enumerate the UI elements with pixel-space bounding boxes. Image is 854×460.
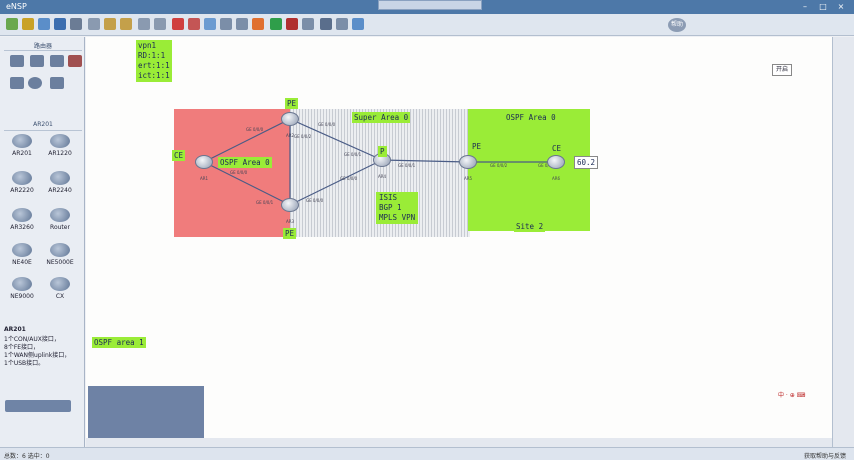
ce-right-label: CE (550, 143, 564, 154)
ospf-area0-right-label: OSPF Area 0 (504, 112, 558, 123)
status-bar: 总数：6 选中：0 获取帮助与反馈 (0, 447, 854, 460)
ospf-area0-left-label: OSPF Area 0 (218, 157, 272, 168)
ensp-window: eNSP – □ × 帮助 路由器 AR201 AR201 AR1220 AR2… (0, 0, 854, 460)
link-label: GE 0/0/0 (340, 176, 358, 181)
router-ce-right[interactable] (547, 155, 565, 169)
link-label: GE 0/0/0 (318, 122, 336, 127)
router-name: AR1 (200, 176, 209, 181)
router-name: AR3 (286, 219, 295, 224)
link-pe-p-top (289, 118, 383, 161)
router-pe-top[interactable] (281, 112, 299, 126)
router-name: AR2 (286, 133, 295, 138)
link-label: GE 0/0/1 (344, 152, 362, 157)
router-pe-right[interactable] (459, 155, 477, 169)
link-ce-pe-top (203, 118, 291, 163)
feedback-link[interactable]: 获取帮助与反馈 (804, 451, 846, 460)
p-label: P (378, 146, 387, 157)
ip-edit-field[interactable]: 60.2 (574, 156, 599, 169)
tech-note: ISIS BGP 1 MPLS VPN (376, 192, 419, 224)
ce-left-label: CE (172, 150, 186, 161)
super-area0-label: Super Area 0 (352, 112, 411, 123)
link-label: GE 0/0/2 (294, 134, 312, 139)
router-name: AR4 (378, 174, 387, 179)
pe-bottom-label: PE (283, 228, 297, 239)
link-label: GE 0/0/1 (256, 200, 274, 205)
link-label: GE 0/0/0 (230, 170, 248, 175)
link-label: GE 0/0/0 (246, 127, 264, 132)
link-label: GE 0/0/2 (490, 163, 508, 168)
link-pe-p-bottom (289, 159, 383, 206)
router-ce-left[interactable] (195, 155, 213, 169)
pe-top-label: PE (285, 98, 299, 109)
link-p-pe-right (381, 159, 469, 163)
link-label: GE 0/0/0 (306, 198, 324, 203)
status-count: 总数：6 选中：0 (4, 453, 50, 460)
router-pe-bottom[interactable] (281, 198, 299, 212)
router-name: AR6 (552, 176, 561, 181)
area1-zone (88, 386, 204, 438)
ospf-area1-label: OSPF area 1 (92, 337, 146, 348)
link-label: GE 0/0/1 (398, 163, 416, 168)
pe-right-label: PE (470, 141, 484, 152)
link-ce-pe-bottom (203, 161, 291, 206)
input-method-bar[interactable]: 中 · ⊕ ⌨ (778, 390, 832, 400)
site2-label: Site 2 (514, 221, 546, 232)
router-name: AR5 (464, 176, 473, 181)
